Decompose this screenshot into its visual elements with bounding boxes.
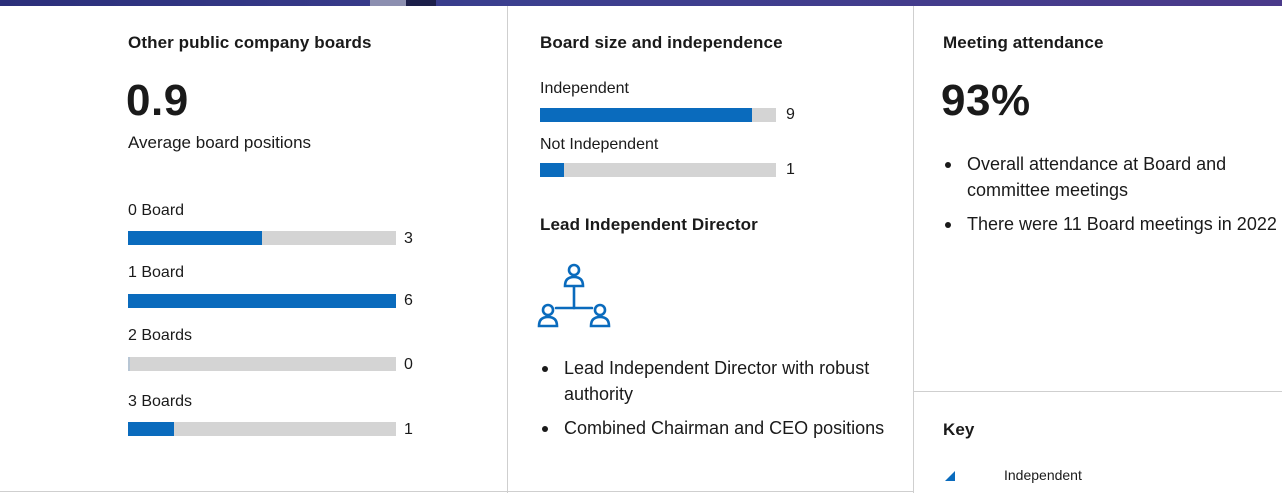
bar-fill [128,357,130,371]
lead-director-bullets: Lead Independent Director with robust au… [540,355,890,449]
top-banner [0,0,1282,6]
bar-fill [128,294,396,308]
list-item: Lead Independent Director with robust au… [540,355,890,407]
bar-count: 1 [404,421,413,438]
bar-count: 6 [404,292,413,309]
bar-track [128,294,396,308]
board-size-title: Board size and independence [540,33,783,52]
org-chart-people-icon [537,263,611,328]
bar-label: Independent [540,80,629,97]
attendance-value: 93% [941,76,1031,125]
bar-track [540,108,776,122]
lead-director-title: Lead Independent Director [540,215,758,234]
column-divider [913,6,914,493]
banner-segment [406,0,436,6]
attendance-title: Meeting attendance [943,33,1104,52]
bar-track [128,422,396,436]
bar-track [128,357,396,371]
column-divider [507,6,508,493]
bar-fill [540,108,753,122]
bar-track [540,163,776,177]
key-divider [914,391,1282,392]
list-item: Combined Chairman and CEO positions [540,415,890,441]
bar-fill [128,231,262,245]
list-item: There were 11 Board meetings in 2022 [943,211,1278,237]
key-item-label: Independent [1004,467,1082,483]
bar-label: 0 Board [128,202,185,219]
other-boards-title: Other public company boards [128,33,372,52]
triangle-marker-icon [945,471,955,481]
bar-track [128,231,396,245]
bar-label: 2 Boards [128,327,193,344]
bar-fill [128,422,174,436]
list-item: Overall attendance at Board and committe… [943,151,1278,203]
bar-count: 1 [786,161,795,178]
attendance-bullets: Overall attendance at Board and committe… [943,151,1278,245]
banner-segment [370,0,406,6]
average-board-positions-caption: Average board positions [128,133,312,152]
bar-label: Not Independent [540,136,659,153]
key-title: Key [943,420,975,439]
bar-count: 3 [404,230,413,247]
average-board-positions-value: 0.9 [126,76,189,125]
bar-label: 1 Board [128,264,185,281]
bar-count: 0 [404,356,413,373]
bar-count: 9 [786,106,795,123]
bottom-divider [0,491,914,492]
bar-label: 3 Boards [128,393,193,410]
bar-fill [540,163,564,177]
